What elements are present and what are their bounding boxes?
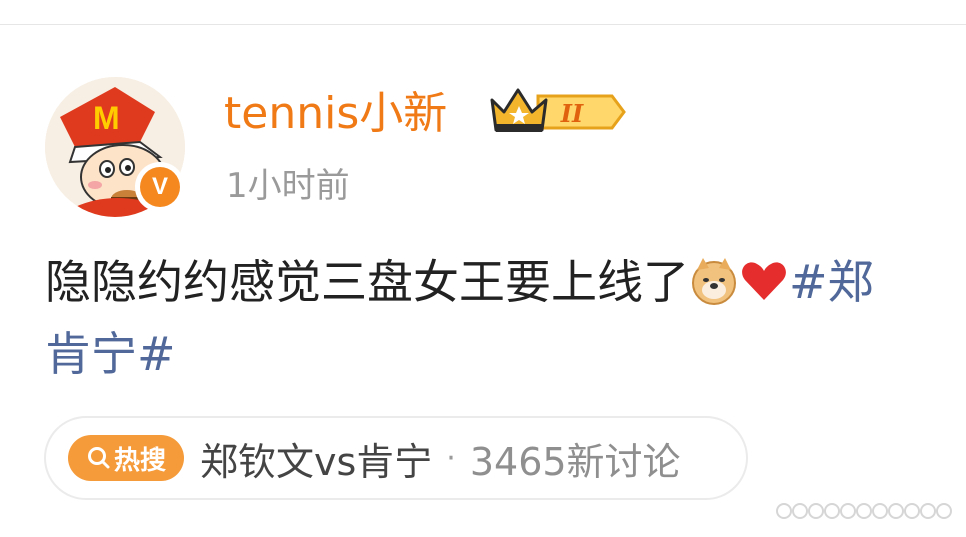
verified-v-icon: V [140,167,180,207]
post-text-main: 隐隐约约感觉三盘女王要上线了 [45,255,689,309]
hot-search-discussion-count: 3465新讨论 [469,439,681,484]
crown-icon: II [490,88,626,132]
doge-emoji-icon [689,256,739,306]
rank-level-label: II [560,99,584,128]
username[interactable]: tennis小新 [224,86,447,142]
hashtag-link-continued[interactable]: 肯宁# [45,322,176,386]
hashtag-link[interactable]: #郑 [789,255,874,309]
hot-search-tag: 热搜 [68,435,184,481]
hot-search-card[interactable]: 热搜 郑钦文vs肯宁 · 3465新讨论 [44,416,748,500]
post-timestamp: 1小时前 [226,166,350,206]
rank-crown-badge[interactable]: II [488,86,628,138]
hot-search-tag-label: 热搜 [113,445,166,476]
verified-badge: V [135,162,185,212]
image-pager-dots [776,503,952,519]
post-content: 隐隐约约感觉三盘女王要上线了 #郑 [45,250,966,314]
hot-search-topic[interactable]: 郑钦文vs肯宁 [200,431,432,486]
hot-search-separator: · [446,440,456,476]
top-divider [0,24,966,25]
red-heart-emoji-icon [739,256,789,306]
svg-text:M: M [93,100,120,136]
search-icon [87,447,110,469]
